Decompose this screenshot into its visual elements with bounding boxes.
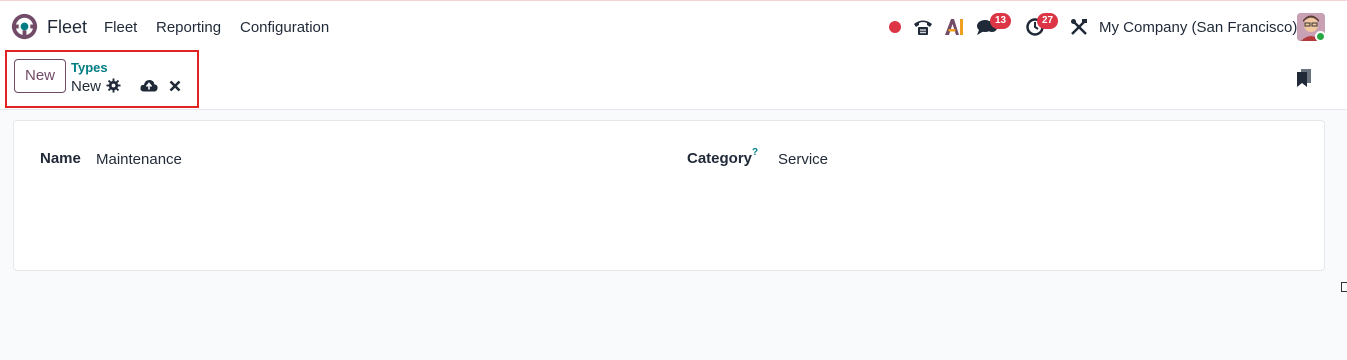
cloud-save-icon[interactable] [140,78,158,93]
name-label: Name [40,150,81,167]
breadcrumb-types-link[interactable]: Types [71,60,108,75]
online-status-dot [1315,31,1326,42]
gear-icon[interactable] [106,78,121,93]
discard-icon[interactable] [169,80,181,92]
menu-fleet[interactable]: Fleet [104,19,137,36]
new-button[interactable]: New [14,59,66,93]
activity-count-badge: 27 [1037,13,1058,29]
company-switcher[interactable]: My Company (San Francisco) [1099,19,1297,36]
recording-dot-icon[interactable] [888,1,902,53]
menu-configuration[interactable]: Configuration [240,19,329,36]
fleet-logo-icon[interactable] [10,12,39,41]
phone-icon[interactable] [912,1,934,53]
bookmark-icon[interactable] [1296,68,1312,88]
category-field[interactable]: Service [778,151,828,168]
edge-fragment [1341,282,1347,292]
debug-tools-icon[interactable] [1068,1,1090,53]
category-label: Category [687,150,753,167]
form-sheet [13,120,1325,271]
breadcrumb-current: New [71,78,102,95]
chat-count-badge: 13 [990,13,1011,29]
top-navbar: Fleet Fleet Reporting Configuration 13 2… [0,0,1347,52]
control-panel [0,52,1347,110]
ai-icon[interactable] [943,1,965,53]
name-field[interactable]: Maintenance [96,151,182,168]
app-name[interactable]: Fleet [47,17,87,38]
menu-reporting[interactable]: Reporting [156,19,221,36]
category-help-icon[interactable]: ? [752,147,758,158]
